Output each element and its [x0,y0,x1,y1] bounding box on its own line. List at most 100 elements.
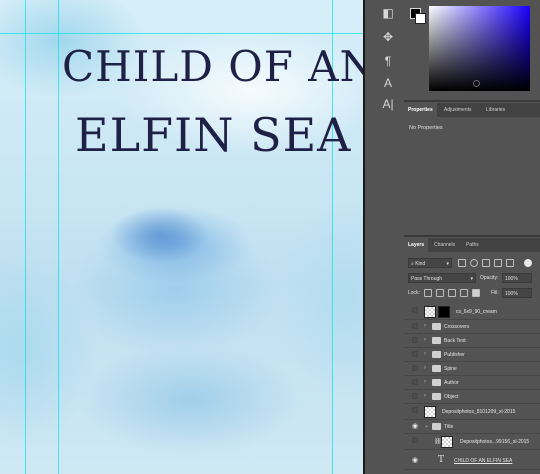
eye-icon[interactable]: ◉ [412,423,419,430]
move-tool-icon[interactable]: ✥ [377,27,399,47]
layer-row[interactable]: › Author [404,376,540,390]
layer-row[interactable]: ◉ ⌄ Title [404,420,540,434]
layer-visibility-toggle[interactable] [412,351,418,357]
chevron-right-icon[interactable]: › [424,351,430,358]
layer-name[interactable]: Title [444,421,453,433]
layer-visibility-toggle[interactable] [412,407,418,413]
layer-visibility-toggle[interactable] [412,365,418,371]
adjustment-filter-icon[interactable] [470,259,478,267]
layer-kind-filter-select[interactable]: ⌕ Kind ▾ [408,258,452,268]
layer-thumbnail [424,306,436,318]
canvas-edge [363,0,365,474]
folder-icon [432,365,441,372]
shape-tool-icon[interactable]: ◧ [377,3,399,23]
fill-input[interactable]: 100% [502,288,532,298]
lock-artboard-icon[interactable] [460,289,468,297]
chevron-right-icon[interactable]: › [424,379,430,386]
folder-icon [432,337,441,344]
lock-label: Lock: [408,290,420,296]
layer-name[interactable]: Crossovers [444,321,469,333]
properties-message: No Properties [409,125,443,131]
layer-name[interactable]: Author [444,377,459,389]
layer-visibility-toggle[interactable] [412,379,418,385]
fill-value: 100% [505,291,518,297]
layer-name[interactable]: Object [444,391,458,403]
cover-title-line-1: CHILD OF AN [62,42,363,91]
paragraph-styles-icon[interactable]: A| [377,94,399,114]
tab-libraries[interactable]: Libraries [486,103,505,117]
tab-adjustments[interactable]: Adjustments [444,103,472,117]
document-canvas-area[interactable]: CHILD OF AN ELFIN SEA [0,0,365,474]
lock-position-icon[interactable] [448,289,456,297]
layer-row[interactable]: ◉ T CHILD OF AN ELFIN SEA [404,452,540,470]
layer-name[interactable]: Back Text [444,335,466,347]
character-icon[interactable]: A [377,73,399,93]
layer-row[interactable]: › Publisher [404,348,540,362]
chevron-right-icon[interactable]: › [424,323,430,330]
layer-visibility-toggle[interactable] [412,337,418,343]
color-picker-marker[interactable] [473,80,480,87]
layer-name[interactable]: Spine [444,363,457,375]
layer-row[interactable]: cs_6x9_90_cream [404,304,540,320]
cover-title-line-2: ELFIN SEA [75,108,352,162]
type-layer-icon: T [438,455,445,465]
folder-icon [432,393,441,400]
layer-visibility-toggle[interactable] [412,393,418,399]
tab-properties[interactable]: Properties [404,103,437,117]
filter-toggle-icon[interactable] [524,259,532,267]
layer-visibility-toggle[interactable] [412,437,418,443]
chevron-right-icon[interactable]: › [424,365,430,372]
background-color-swatch[interactable] [415,13,426,24]
opacity-label: Opacity: [480,275,499,281]
layer-row[interactable]: Depositphotos_8101209_xl-2015 [404,404,540,420]
layer-row[interactable]: › Crossovers [404,320,540,334]
layer-name[interactable]: Depositphotos_8101209_xl-2015 [442,406,515,418]
tab-channels[interactable]: Channels [434,238,455,252]
panel-tool-strip: ◧ ✥ ¶ A A| [373,0,404,474]
type-filter-icon[interactable] [482,259,490,267]
layer-name[interactable]: CHILD OF AN ELFIN SEA [454,455,512,467]
layer-name[interactable]: Publisher [444,349,465,361]
folder-icon [432,323,441,330]
layer-visibility-toggle[interactable] [412,307,418,313]
panel-divider [404,100,540,102]
guide-line [25,0,26,474]
folder-icon [432,379,441,386]
folder-icon [432,423,441,430]
color-picker-field[interactable] [429,6,530,91]
blend-mode-label: Pass Through [411,276,443,282]
panel-divider [404,235,540,237]
pixel-filter-icon[interactable] [458,259,466,267]
tab-paths[interactable]: Paths [466,238,479,252]
smart-object-filter-icon[interactable] [506,259,514,267]
folder-icon [432,351,441,358]
layer-row[interactable]: › Object [404,390,540,404]
layer-visibility-toggle[interactable] [412,323,418,329]
layer-thumbnail [441,436,453,448]
layer-row[interactable]: ⛓ Depositphotos...99156_xl-2015 [404,434,540,450]
layer-name[interactable]: Depositphotos...99156_xl-2015 [460,436,529,448]
eye-icon[interactable]: ◉ [412,457,419,464]
lock-image-pixels-icon[interactable] [436,289,444,297]
paragraph-icon[interactable]: ¶ [377,51,399,71]
chevron-down-icon: ▾ [446,261,449,267]
properties-tab-bar: Properties Adjustments Libraries [404,103,540,117]
chevron-right-icon[interactable]: › [424,393,430,400]
shape-filter-icon[interactable] [494,259,502,267]
layer-row[interactable]: › Spine [404,362,540,376]
lock-transparent-pixels-icon[interactable] [424,289,432,297]
tab-layers[interactable]: Layers [404,238,429,252]
book-cover-artwork[interactable]: CHILD OF AN ELFIN SEA [0,0,363,474]
lock-all-icon[interactable] [472,289,480,297]
opacity-value: 100% [505,276,518,282]
blend-mode-select[interactable]: Pass Through ▾ [408,273,476,283]
layers-tab-bar: Layers Channels Paths [404,238,540,252]
layer-name[interactable]: cs_6x9_90_cream [456,306,497,318]
kind-filter-label: Kind [415,261,426,267]
chevron-down-icon: ▾ [470,276,473,282]
search-icon: ⌕ [411,261,414,267]
opacity-input[interactable]: 100% [502,273,532,283]
layer-row[interactable]: › Back Text [404,334,540,348]
chevron-down-icon[interactable]: ⌄ [424,423,430,430]
chevron-right-icon[interactable]: › [424,337,430,344]
